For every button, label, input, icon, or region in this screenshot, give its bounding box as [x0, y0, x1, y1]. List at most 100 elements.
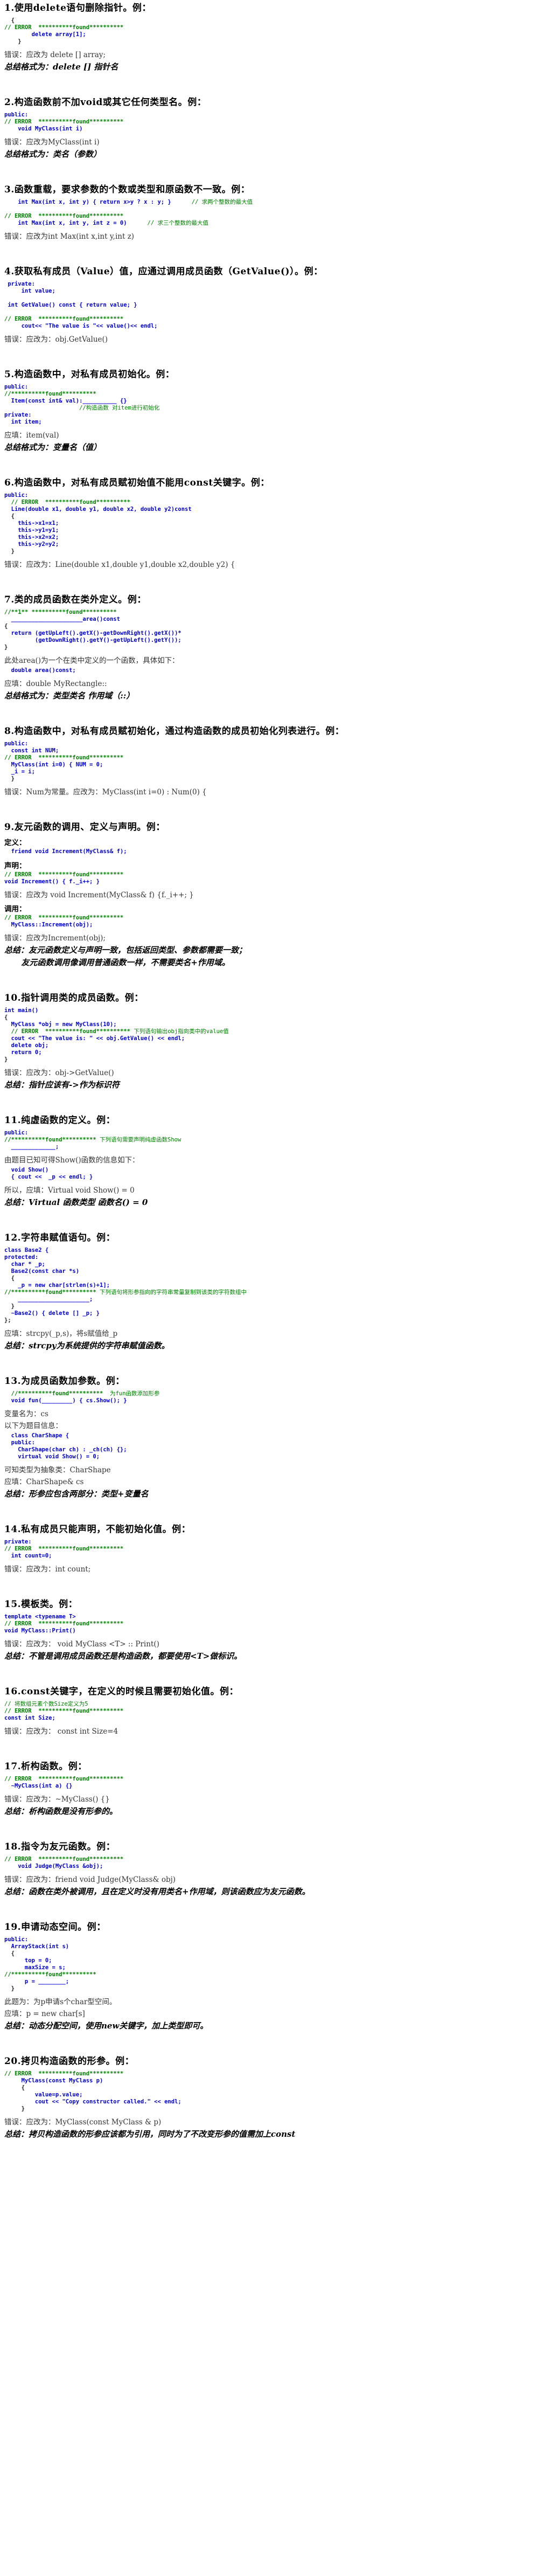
- code-line: MyClass(const MyClass p): [4, 2078, 537, 2085]
- code-block: friend void Increment(MyClass& f);: [4, 848, 537, 855]
- code-text: value=p.value;: [4, 2092, 83, 2098]
- code-block: public:// ERROR **********found*********…: [4, 112, 537, 133]
- section-18: 18.指令为友元函数。例： // ERROR **********found***…: [4, 1841, 537, 1898]
- code-line: this->x1=x1;: [4, 520, 537, 527]
- error-marker: // ERROR **********found**********: [4, 754, 124, 761]
- summary-text: 总结：友元函数定义与声明一致，包括返回类型、参数都需要一致；: [4, 945, 247, 955]
- code-text: _____________________area()const: [4, 616, 120, 622]
- code-text: ~MyClass(int a) {}: [4, 1783, 73, 1789]
- code-line: {: [4, 1950, 537, 1957]
- summary-text: 友元函数调用像调用普通函数一样，不需要类名+作用域。: [4, 958, 230, 967]
- answer-text: 错误：应改为：~MyClass() {}: [4, 1795, 110, 1804]
- section-title: 18.指令为友元函数。例：: [4, 1841, 116, 1852]
- summary-text: 总结格式为：类名（参数）: [4, 149, 102, 159]
- answer-text: 错误：应改为Increment(obj);: [4, 934, 106, 943]
- code-line: delete obj;: [4, 1042, 537, 1049]
- code-text: delete obj;: [4, 1042, 49, 1049]
- code-line: char * _p;: [4, 1261, 537, 1268]
- answer-text: 应填：p = new char[s]: [4, 2010, 85, 2018]
- code-line: Base2(const char *s): [4, 1268, 537, 1275]
- code-text: cout << "The value is: " << obj.GetValue…: [4, 1035, 185, 1042]
- code-comment: 为fun函数添加形参: [103, 1390, 160, 1397]
- code-line: public:: [4, 1936, 537, 1943]
- summary-text: 总结：析构函数是没有形参的。: [4, 1806, 118, 1816]
- code-text: p = ________;: [4, 1978, 69, 1985]
- code-text: const int Size;: [4, 1715, 55, 1721]
- code-line: // ERROR **********found**********: [4, 2071, 537, 2078]
- code-line: p = ________;: [4, 1978, 537, 1985]
- summary-text: 总结：函数在类外被调用，且在定义时没有用类名+作用域，则该函数应为友元函数。: [4, 1887, 310, 1896]
- code-line: //**********found**********: [4, 1971, 537, 1978]
- code-text: int Max(int x, int y) { return x>y ? x :…: [4, 199, 192, 205]
- code-text: _i = i;: [4, 768, 35, 775]
- code-line: //**********found********** 为fun函数添加形参: [4, 1390, 537, 1397]
- code-line: virtual void Show() = 0;: [4, 1453, 537, 1460]
- answer-text: 此题为：为p申请s个char型空间。: [4, 1998, 117, 2006]
- code-line: }: [4, 644, 537, 651]
- answer-text: 错误：应改为：obj.GetValue(): [4, 335, 108, 344]
- code-text: protected:: [4, 1254, 39, 1261]
- code-text: {: [4, 623, 8, 629]
- code-text: {: [4, 17, 15, 24]
- code-comment: //构造函数 对item进行初始化: [79, 405, 160, 411]
- code-line: private:: [4, 281, 537, 288]
- section-title: 14.私有成员只能声明，不能初始化值。例：: [4, 1524, 191, 1535]
- code-line: private:: [4, 1539, 537, 1546]
- code-line: ArrayStack(int s): [4, 1943, 537, 1950]
- answer-text: 错误：应改为 void Increment(MyClass& f) {f._i+…: [4, 891, 194, 899]
- code-line: //**********found********** 下列语句将形参指向的字符…: [4, 1289, 537, 1296]
- code-text: _____________;: [4, 1144, 59, 1150]
- code-line: {: [4, 1014, 537, 1021]
- code-line: public:: [4, 740, 537, 747]
- code-line: (getDownRight().getY()-getUpLeft().getY(…: [4, 637, 537, 644]
- code-text: }: [4, 644, 8, 650]
- code-line: int count=0;: [4, 1553, 537, 1560]
- code-text: virtual void Show() = 0;: [4, 1453, 100, 1460]
- code-text: void MyClass::Print(): [4, 1628, 76, 1634]
- code-text: return (getUpLeft().getX()-getDownRight(…: [4, 630, 181, 636]
- code-line: // ERROR **********found**********: [4, 499, 537, 506]
- error-marker: // ERROR **********found**********: [4, 1776, 124, 1782]
- code-line: double area()const;: [4, 667, 537, 674]
- code-line: maxSize = s;: [4, 1964, 537, 1971]
- answer-text: 错误：应改为：Line(double x1,double y1,double x…: [4, 560, 235, 569]
- section-title: 15.模板类。例：: [4, 1599, 78, 1610]
- section-16: 16.const关键字，在定义的时候且需要初始化值。例： // 将数组元素个数Si…: [4, 1686, 537, 1737]
- code-line: MyClass *obj = new MyClass(10);: [4, 1021, 537, 1028]
- code-line: {: [4, 1275, 537, 1282]
- code-block: class CharShape { public: CharShape(char…: [4, 1432, 537, 1460]
- section-11: 11.纯虚函数的定义。例： public://**********found***…: [4, 1114, 537, 1208]
- error-marker: //**1** **********found**********: [4, 609, 117, 615]
- code-line: // ERROR **********found**********: [4, 871, 537, 878]
- code-line: public:: [4, 1439, 537, 1446]
- code-text: Base2(const char *s): [4, 1268, 80, 1275]
- code-text: void MyClass(int i): [4, 126, 83, 132]
- code-line: // ERROR **********found**********: [4, 1856, 537, 1863]
- code-text: public:: [4, 1439, 35, 1446]
- code-line: // ERROR **********found**********: [4, 1621, 537, 1628]
- code-text: {: [4, 1014, 8, 1021]
- code-line: {: [4, 623, 537, 630]
- code-line: {: [4, 2085, 537, 2092]
- code-block: template <typename T>// ERROR **********…: [4, 1614, 537, 1635]
- document: 1.使用delete语句删除指针。例： { // ERROR **********…: [0, 0, 537, 2140]
- code-comment: // 将数组元素个数Size定义为5: [4, 1701, 88, 1707]
- section-title: 6.构造函数中，对私有成员赋初始值不能用const关键字。例：: [4, 477, 270, 488]
- error-marker: // ERROR **********found**********: [4, 1856, 124, 1862]
- code-line: // ERROR **********found**********: [4, 1546, 537, 1553]
- code-text: int value;: [4, 288, 55, 294]
- code-text: public:: [4, 384, 29, 390]
- answer-text: 错误：应改为：friend void Judge(MyClass& obj): [4, 1875, 176, 1884]
- section-title: 1.使用delete语句删除指针。例：: [4, 3, 151, 13]
- section-4: 4.获取私有成员（Value）值，应通过调用成员函数（GetValue()）。例…: [4, 266, 537, 345]
- summary-text: 总结格式为：类型类名 作用域（::）: [4, 691, 135, 701]
- answer-text: 应填：strcpy(_p,s)，将s赋值给_p: [4, 1329, 118, 1338]
- code-line: public:: [4, 112, 537, 119]
- code-block: public: // ERROR **********found********…: [4, 492, 537, 555]
- error-marker: //**********found**********: [4, 1137, 96, 1143]
- summary-text: 总结：动态分配空间，使用new关键字，加上类型即可。: [4, 2021, 208, 2031]
- code-block: // ERROR **********found********** MyCla…: [4, 915, 537, 929]
- code-line: public:: [4, 384, 537, 391]
- code-line: // ERROR **********found**********: [4, 316, 537, 323]
- subheading: 声明：: [4, 862, 26, 870]
